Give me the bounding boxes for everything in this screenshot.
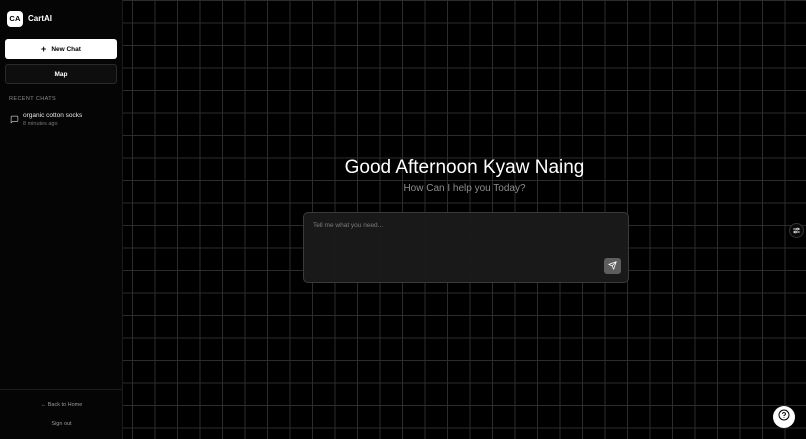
greeting-subtitle: How Can I help you Today? [403, 183, 526, 194]
brand[interactable]: CA CartAI [0, 0, 122, 28]
message-square-icon [10, 111, 19, 129]
send-icon [608, 257, 617, 275]
new-chat-label: New Chat [51, 45, 81, 53]
map-label: Map [54, 70, 68, 78]
sliders-icon [792, 222, 801, 240]
recent-chat-time: 8 minutes ago [23, 121, 58, 127]
app-root: CA CartAI + New Chat Map RECENT CHATS or… [0, 0, 806, 439]
back-to-home-link[interactable]: ← Back to Home [0, 402, 123, 408]
map-button[interactable]: Map [5, 64, 117, 84]
recent-chat-item[interactable]: organic cotton socks 8 minutes ago [10, 111, 82, 129]
plus-icon: + [41, 43, 47, 54]
help-button[interactable] [773, 406, 795, 428]
sidebar: CA CartAI + New Chat Map RECENT CHATS or… [0, 0, 123, 439]
brand-logo: CA [7, 10, 23, 27]
main-area: Good Afternoon Kyaw Naing How Can I help… [123, 0, 806, 439]
greeting-title: Good Afternoon Kyaw Naing [344, 157, 585, 178]
brand-name: CartAI [28, 14, 53, 23]
sign-out-link[interactable]: Sign out [0, 421, 123, 427]
new-chat-button[interactable]: + New Chat [5, 39, 117, 59]
sidebar-footer: ← Back to Home Sign out [0, 389, 123, 439]
chat-input[interactable] [311, 220, 601, 260]
recent-chats-heading: RECENT CHATS [9, 96, 57, 102]
send-button[interactable] [604, 258, 621, 274]
help-circle-icon [778, 408, 790, 426]
settings-toggle-button[interactable] [789, 223, 804, 238]
chat-input-box [303, 212, 629, 283]
recent-chat-title: organic cotton socks [23, 112, 83, 119]
